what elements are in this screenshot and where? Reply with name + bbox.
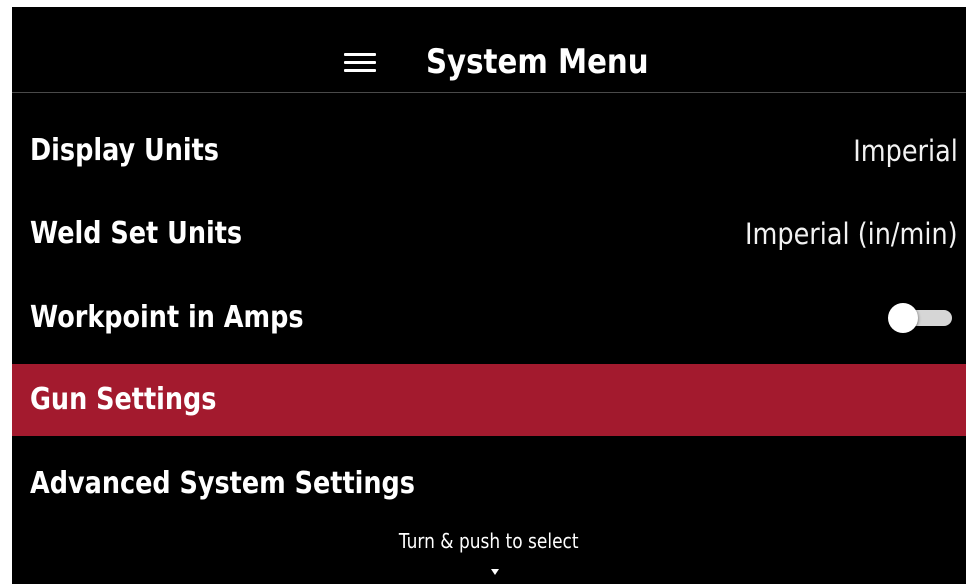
menu-item-weld-set-units[interactable]: Weld Set Units Imperial (in/min) [12,198,966,270]
navigation-hint: Turn & push to select [12,526,966,556]
header-bar: System Menu [12,7,966,93]
menu-item-label: Advanced System Settings [30,466,415,501]
hamburger-menu-icon[interactable] [344,53,376,73]
chevron-down-icon [491,569,499,575]
page-title: System Menu [426,42,649,82]
workpoint-amps-toggle[interactable] [888,303,954,333]
menu-item-value: Imperial (in/min) [745,217,958,251]
menu-item-label: Gun Settings [30,382,217,417]
menu-item-label: Workpoint in Amps [30,300,304,335]
menu-item-label: Weld Set Units [30,216,243,251]
menu-item-value: Imperial [853,134,958,168]
toggle-knob [888,303,918,333]
menu-item-display-units[interactable]: Display Units Imperial [12,115,966,187]
system-menu-screen: System Menu Display Units Imperial Weld … [12,7,966,584]
menu-item-advanced-system-settings[interactable]: Advanced System Settings [12,448,966,520]
menu-item-gun-settings[interactable]: Gun Settings [12,364,966,436]
navigation-hint-text: Turn & push to select [399,529,579,553]
menu-item-label: Display Units [30,133,219,168]
menu-item-workpoint-in-amps[interactable]: Workpoint in Amps [12,282,966,354]
